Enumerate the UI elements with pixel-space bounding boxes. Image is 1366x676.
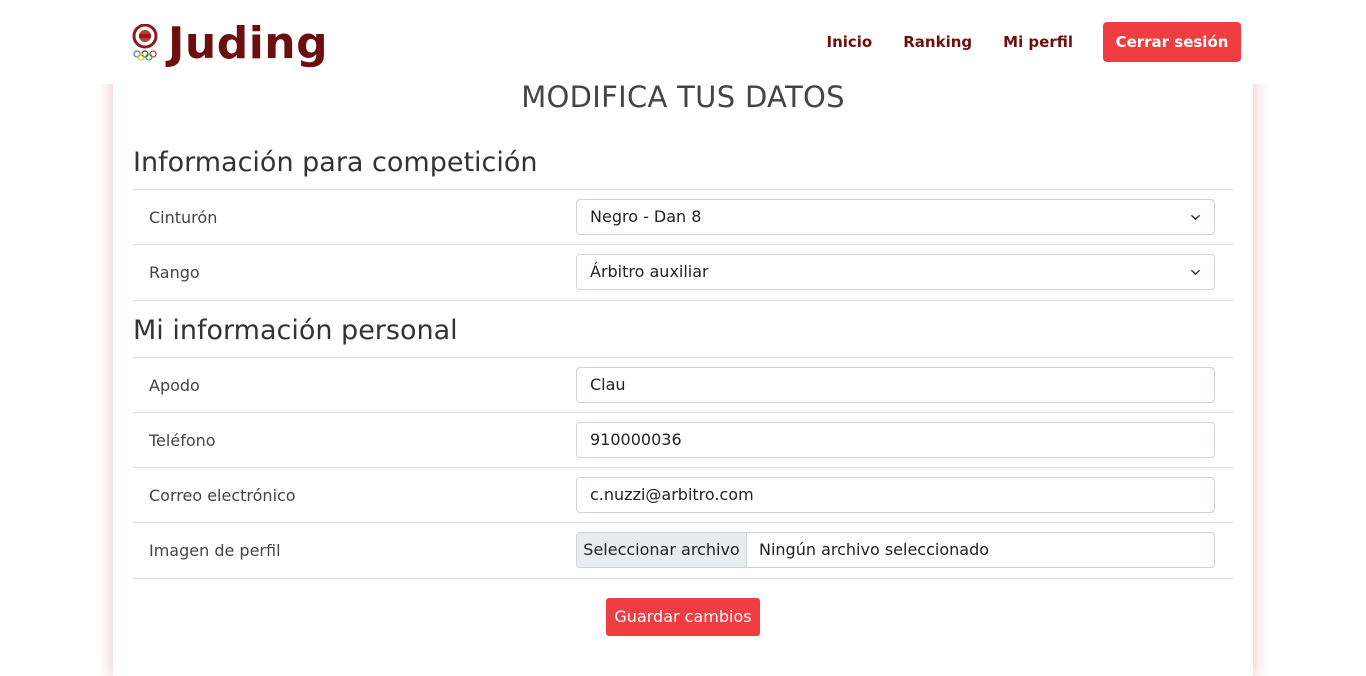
email-label: Correo electrónico: [149, 486, 296, 505]
form-row-rank: Rango Árbitro auxiliar: [133, 244, 1233, 301]
section-title-personal: Mi información personal: [133, 315, 458, 346]
chevron-down-icon: [1191, 269, 1200, 276]
chevron-down-icon: [1191, 214, 1200, 221]
file-status-text: Ningún archivo seleccionado: [759, 540, 990, 559]
form-row-profile-image: Imagen de perfil Seleccionar archivo Nin…: [133, 522, 1233, 579]
rank-select[interactable]: Árbitro auxiliar: [576, 254, 1215, 290]
email-input-value: c.nuzzi@arbitro.com: [590, 485, 754, 504]
save-changes-button[interactable]: Guardar cambios: [606, 598, 760, 636]
page-title: MODIFICA TUS DATOS: [521, 80, 845, 114]
rank-label: Rango: [149, 263, 200, 282]
form-row-email: Correo electrónico c.nuzzi@arbitro.com: [133, 467, 1233, 523]
belt-label: Cinturón: [149, 208, 218, 227]
navbar: Juding Inicio Ranking Mi perfil Cerrar s…: [0, 0, 1366, 84]
nav-link-ranking[interactable]: Ranking: [903, 33, 972, 51]
section-title-competition: Información para competición: [133, 147, 538, 178]
profile-image-file-input[interactable]: Seleccionar archivo Ningún archivo selec…: [576, 532, 1215, 568]
email-input[interactable]: c.nuzzi@arbitro.com: [576, 477, 1215, 513]
phone-input-value: 910000036: [590, 430, 682, 449]
phone-input[interactable]: 910000036: [576, 422, 1215, 458]
nav-link-mi-perfil[interactable]: Mi perfil: [1003, 33, 1073, 51]
belt-select[interactable]: Negro - Dan 8: [576, 199, 1215, 235]
phone-label: Teléfono: [149, 431, 216, 450]
select-file-button[interactable]: Seleccionar archivo: [577, 533, 747, 567]
nickname-input[interactable]: Clau: [576, 367, 1215, 403]
brand-name: Juding: [168, 18, 329, 69]
form-row-phone: Teléfono 910000036: [133, 412, 1233, 468]
form-row-nickname: Apodo Clau: [133, 357, 1233, 413]
nickname-input-value: Clau: [590, 375, 626, 394]
nav-link-inicio[interactable]: Inicio: [827, 33, 873, 51]
belt-select-value: Negro - Dan 8: [590, 207, 702, 226]
form-row-belt: Cinturón Negro - Dan 8: [133, 189, 1233, 245]
nav-links: Inicio Ranking Mi perfil Cerrar sesión: [796, 22, 1241, 62]
judo-logo-icon: [130, 23, 160, 64]
rank-select-value: Árbitro auxiliar: [590, 262, 709, 281]
nickname-label: Apodo: [149, 376, 200, 395]
brand[interactable]: Juding: [130, 16, 328, 72]
profile-image-label: Imagen de perfil: [149, 541, 281, 560]
logout-button[interactable]: Cerrar sesión: [1103, 22, 1241, 62]
